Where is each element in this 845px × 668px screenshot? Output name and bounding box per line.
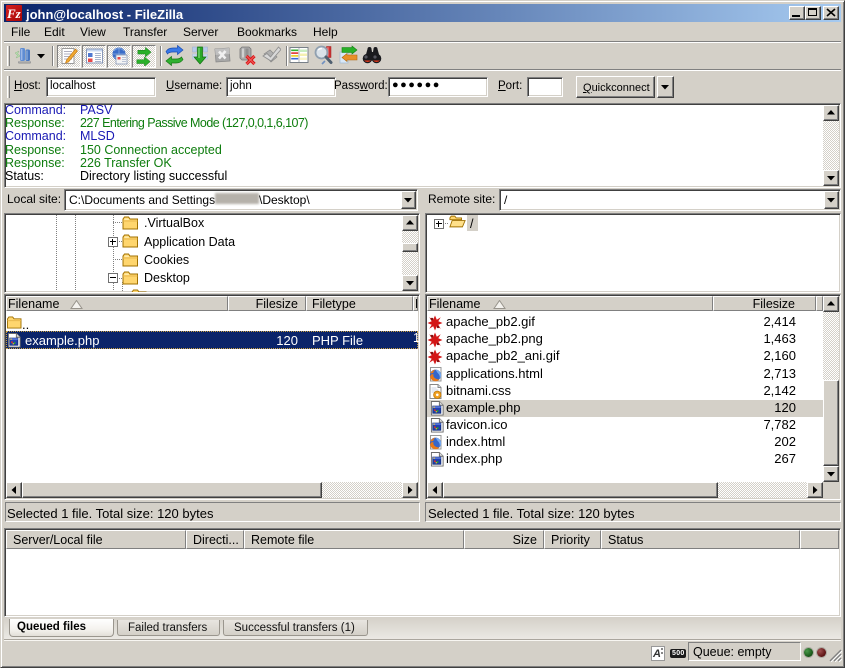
- svg-text:Fz: Fz: [6, 6, 22, 21]
